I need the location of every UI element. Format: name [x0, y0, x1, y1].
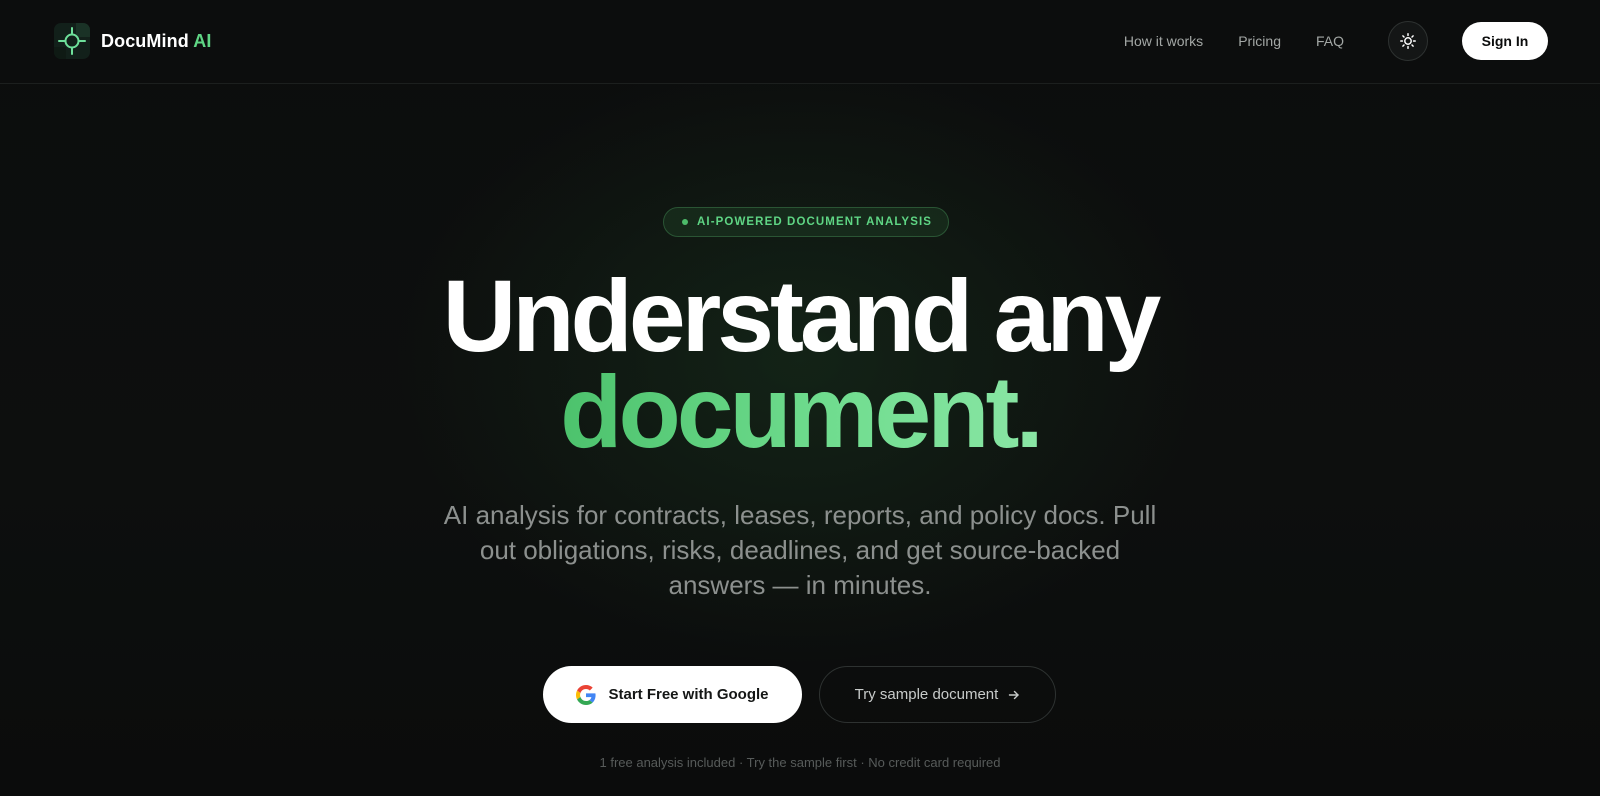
headline-line-1: Understand any — [442, 259, 1162, 373]
google-icon — [576, 684, 597, 705]
top-navbar: DocuMind AI How it works Pricing FAQ Sig… — [0, 0, 1600, 84]
landing-page: DocuMind AI How it works Pricing FAQ Sig… — [0, 0, 1600, 796]
sun-icon — [1400, 33, 1416, 49]
start-free-google-label: Start Free with Google — [608, 686, 769, 703]
hero-badge: AI-POWERED DOCUMENT ANALYSIS — [663, 207, 950, 237]
brand-name-main: DocuMind — [101, 30, 189, 51]
hero-footnote: 1 free analysis included · Try the sampl… — [599, 755, 1001, 770]
try-sample-label: Try sample document — [854, 686, 999, 703]
badge-label: AI-POWERED DOCUMENT ANALYSIS — [697, 216, 933, 228]
badge-dot-icon — [682, 219, 688, 225]
start-free-google-button[interactable]: Start Free with Google — [543, 666, 802, 723]
hero-headline: Understand any document. — [0, 259, 1600, 463]
sign-in-button[interactable]: Sign In — [1462, 22, 1548, 60]
theme-toggle-button[interactable] — [1388, 21, 1428, 61]
nav-link-how-it-works[interactable]: How it works — [1124, 33, 1203, 49]
brand[interactable]: DocuMind AI — [54, 23, 211, 59]
try-sample-document-button[interactable]: Try sample document — [819, 666, 1056, 723]
brand-name: DocuMind AI — [101, 31, 211, 52]
nav-link-pricing[interactable]: Pricing — [1238, 33, 1281, 49]
nav-links: How it works Pricing FAQ — [1089, 0, 1344, 82]
headline-line-2: document. — [560, 355, 1044, 469]
brand-name-accent: AI — [193, 30, 212, 51]
hero-subtitle: AI analysis for contracts, leases, repor… — [443, 500, 1157, 600]
crosshair-logo-icon — [54, 23, 90, 59]
arrow-right-icon — [1008, 689, 1020, 701]
nav-link-faq[interactable]: FAQ — [1316, 33, 1344, 49]
